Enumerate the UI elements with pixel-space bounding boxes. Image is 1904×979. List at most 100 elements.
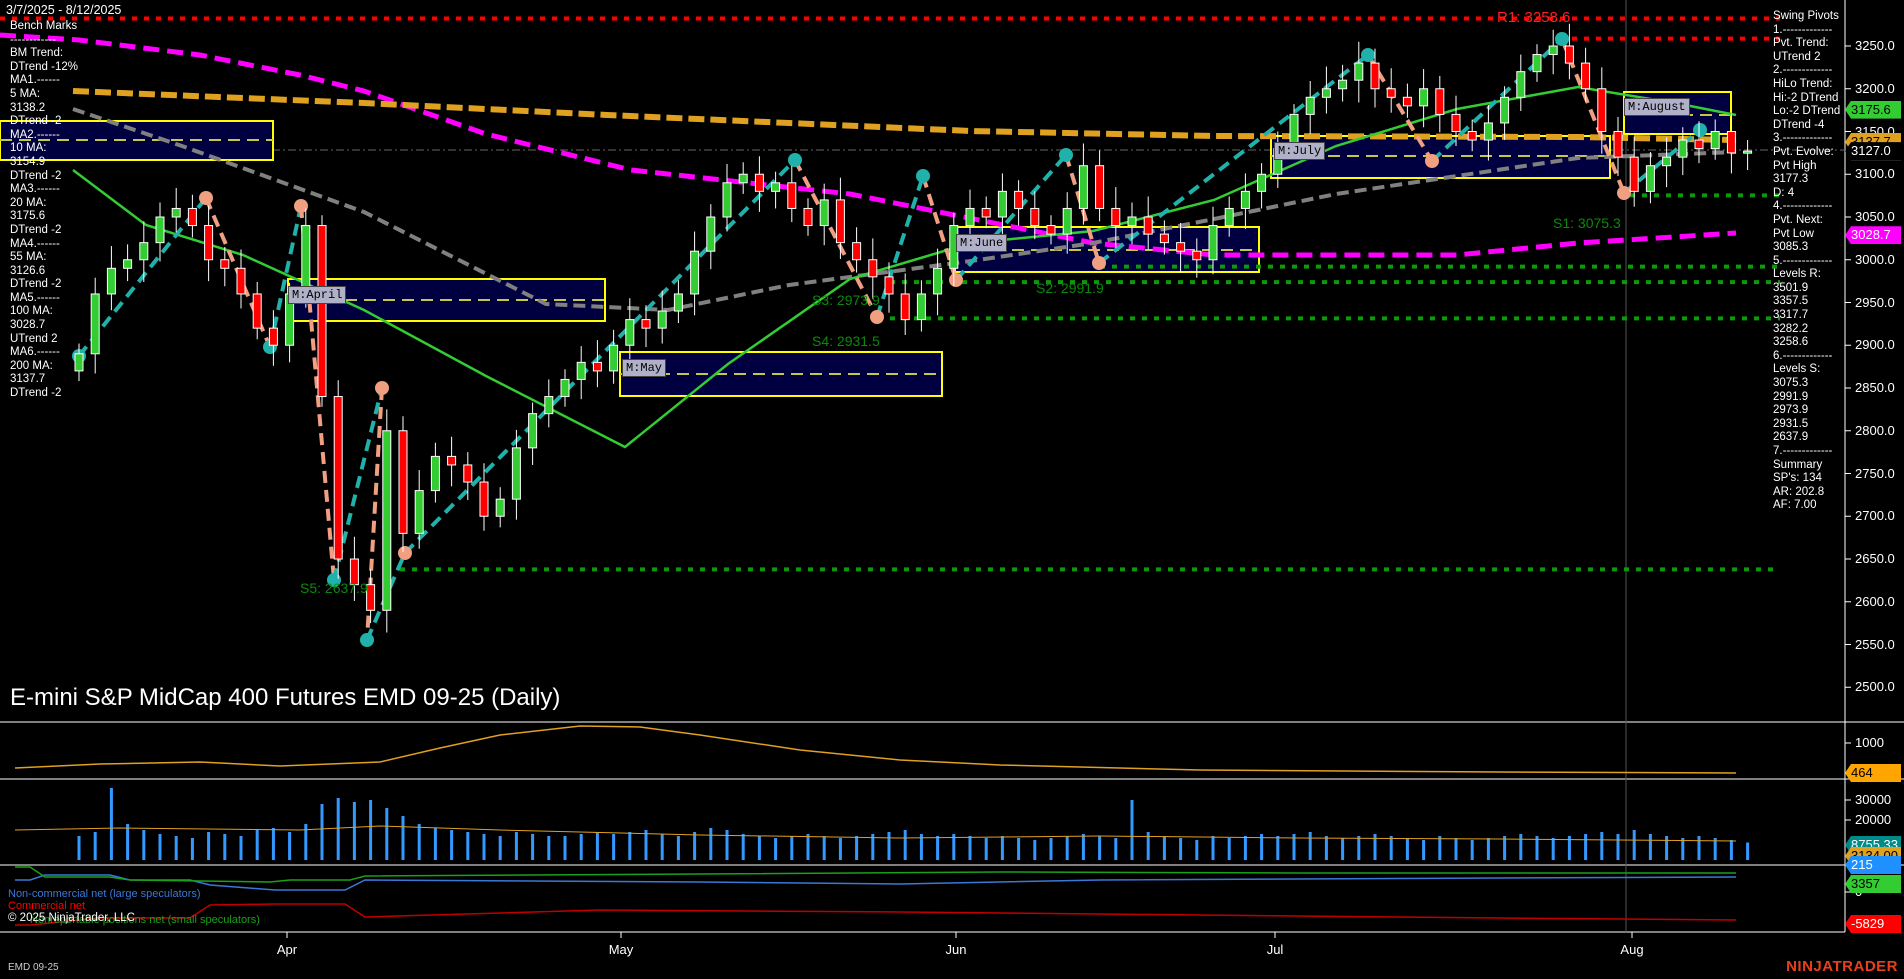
candle[interactable]	[447, 436, 457, 487]
candle[interactable]	[1257, 163, 1267, 209]
candle[interactable]	[690, 231, 700, 316]
candle[interactable]	[1078, 143, 1088, 225]
candle[interactable]	[171, 187, 181, 233]
candle[interactable]	[528, 402, 538, 465]
candle[interactable]	[204, 205, 214, 282]
candle[interactable]	[1564, 23, 1574, 80]
candle[interactable]	[544, 379, 554, 428]
candle[interactable]	[333, 380, 343, 579]
candle[interactable]	[106, 246, 116, 311]
candle-body-up	[625, 319, 635, 346]
candle-body-up	[1062, 207, 1072, 235]
candle[interactable]	[738, 162, 748, 194]
candle[interactable]	[787, 165, 797, 223]
candle[interactable]	[139, 221, 149, 282]
candle-body-down	[268, 327, 278, 346]
candle[interactable]	[1095, 150, 1105, 222]
candle[interactable]	[754, 156, 764, 212]
benchmark-line: 200 MA:	[10, 359, 53, 372]
volume-bar	[579, 834, 583, 860]
volume-bar	[741, 834, 745, 860]
candle[interactable]	[1240, 173, 1250, 229]
candle[interactable]	[1743, 140, 1753, 170]
candle-body-up	[933, 267, 943, 295]
candle[interactable]	[1305, 81, 1315, 135]
candle[interactable]	[868, 238, 878, 300]
candle[interactable]	[916, 280, 926, 332]
candle[interactable]	[366, 569, 376, 624]
swing-low-marker	[1361, 48, 1375, 62]
candle[interactable]	[576, 346, 586, 400]
benchmark-line: 3154.9	[10, 155, 46, 168]
pivot-info-line: 3085.3	[1773, 241, 1809, 254]
pivot-info-line: UTrend 2	[1773, 50, 1821, 63]
candle-body-down	[1402, 96, 1412, 107]
candle[interactable]	[1386, 68, 1396, 113]
instrument-tab[interactable]: EMD 09-25	[8, 962, 59, 973]
candle-body-up	[1678, 139, 1688, 158]
candle[interactable]	[1435, 75, 1445, 133]
candle-body-down	[1370, 62, 1380, 90]
volume-bar	[1357, 836, 1361, 860]
candle[interactable]	[123, 244, 133, 282]
candle[interactable]	[706, 204, 716, 270]
candle-body-up	[1338, 79, 1348, 90]
candle[interactable]	[90, 277, 100, 374]
panel-value-badge: 464	[1845, 764, 1901, 782]
swing-low-marker	[788, 153, 802, 167]
candle[interactable]	[771, 171, 781, 209]
candle[interactable]	[560, 369, 570, 407]
candle[interactable]	[1532, 44, 1542, 82]
candle-body-up	[528, 413, 538, 449]
benchmark-line: MA4.------	[10, 237, 60, 250]
volume-bar	[612, 834, 616, 860]
candle[interactable]	[1321, 66, 1331, 114]
candle[interactable]	[1014, 180, 1024, 226]
candle[interactable]	[236, 249, 246, 309]
candle[interactable]	[1645, 152, 1655, 204]
candle[interactable]	[803, 198, 813, 236]
candle[interactable]	[495, 487, 505, 528]
price-chart[interactable]	[0, 0, 1904, 979]
swing-low-marker	[1059, 148, 1073, 162]
swing-low-marker	[360, 633, 374, 647]
candle[interactable]	[673, 280, 683, 324]
candle-body-up	[1516, 71, 1526, 98]
candle[interactable]	[430, 442, 440, 503]
volume-bar	[1276, 836, 1280, 860]
candle[interactable]	[722, 163, 732, 232]
candle-body-up	[771, 182, 781, 192]
candle[interactable]	[852, 227, 862, 273]
candle[interactable]	[641, 305, 651, 347]
candle[interactable]	[657, 290, 667, 344]
swing-pivots-panel: Swing Pivots 1.------------- Pvt. Trend: UT…	[1773, 10, 1840, 513]
benchmark-line: 3138.2	[10, 101, 46, 114]
candle[interactable]	[1516, 54, 1526, 111]
benchmark-line: 3137.7	[10, 373, 46, 386]
candle[interactable]	[609, 329, 619, 384]
candle-body-down	[835, 199, 845, 244]
candle[interactable]	[317, 215, 327, 407]
pivot-info-line: 3282.2	[1773, 322, 1809, 335]
candle[interactable]	[1354, 41, 1364, 103]
candle[interactable]	[592, 340, 602, 388]
candle[interactable]	[382, 409, 392, 633]
candle-body-up	[965, 207, 975, 227]
volume-bar	[1600, 832, 1604, 860]
benchmark-line: 100 MA:	[10, 305, 53, 318]
candle[interactable]	[1662, 137, 1672, 188]
candle[interactable]	[252, 281, 262, 340]
candle[interactable]	[933, 248, 943, 316]
benchmark-line: DTrend -2	[10, 223, 62, 236]
pivot-info-line: D: 4	[1773, 186, 1795, 199]
volume-bar	[1227, 838, 1231, 860]
benchmark-line: DTrend -2	[10, 387, 62, 400]
candle[interactable]	[398, 416, 408, 553]
candle[interactable]	[187, 194, 197, 238]
candle[interactable]	[835, 177, 845, 259]
date-range: 3/7/2025 - 8/12/2025	[6, 3, 122, 17]
y-tick-label: 2700.0	[1855, 508, 1895, 524]
chart-title: E-mini S&P MidCap 400 Futures EMD 09-25 …	[10, 684, 561, 711]
swing-low-marker	[1693, 123, 1707, 137]
candle-body-up	[1224, 207, 1234, 227]
